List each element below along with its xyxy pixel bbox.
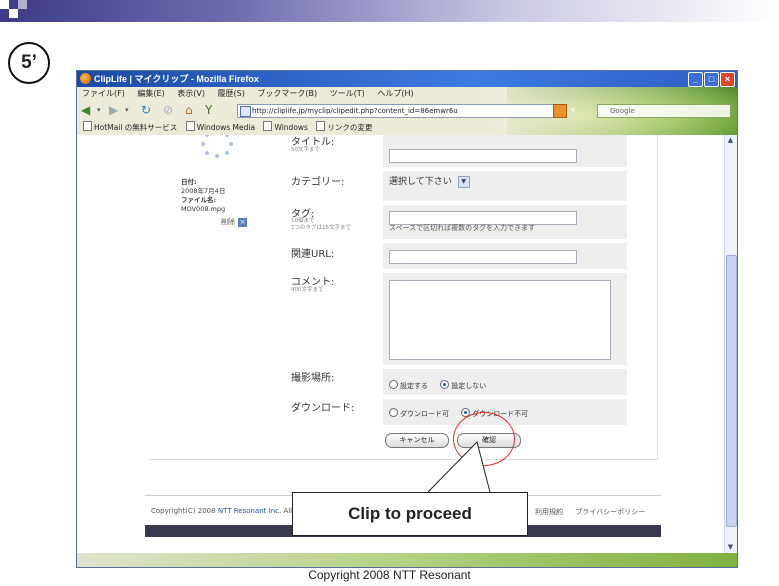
radio-icon[interactable] — [389, 408, 398, 417]
download-options: ダウンロード可 ダウンロード不可 — [389, 408, 528, 419]
bookmark-hotmail[interactable]: HotMail の無料サービス — [83, 121, 177, 135]
comment-hint: 400文字まで — [291, 287, 324, 293]
terms-link[interactable]: 利用規約 — [535, 508, 563, 516]
close-button[interactable]: × — [720, 72, 735, 87]
go-button[interactable] — [553, 104, 567, 118]
step-badge: 5’ — [8, 42, 50, 84]
category-value: 選択して下さい — [389, 177, 452, 187]
history-dropdown-icon[interactable]: ▾ — [571, 103, 575, 118]
title-input[interactable] — [389, 149, 577, 163]
category-select[interactable]: 選択して下さい ▼ — [389, 175, 470, 190]
loading-thumbnail-icon — [199, 135, 235, 158]
comment-textarea[interactable] — [389, 280, 611, 360]
bookmarks-toolbar: HotMail の無料サービス Windows Media Windows リン… — [77, 121, 737, 135]
bookmark-windows-media[interactable]: Windows Media — [185, 121, 255, 135]
privacy-link[interactable]: プライバシーポリシー — [575, 508, 645, 516]
delete-label: 削除 — [221, 218, 235, 226]
back-dropdown-icon[interactable]: ▾ — [97, 103, 101, 118]
comment-label: コメント: — [291, 277, 335, 288]
tags-hint-count: 10個まで — [291, 218, 315, 224]
minimize-button[interactable]: _ — [688, 72, 703, 87]
radio-icon[interactable] — [389, 380, 398, 389]
download-label: ダウンロード: — [291, 403, 355, 414]
category-label: カテゴリー: — [291, 177, 345, 188]
delete-clip[interactable]: 削除 × — [221, 217, 247, 227]
menu-bar: ファイル(F) 編集(E) 表示(V) 履歴(S) ブックマーク(B) ツール(… — [77, 87, 737, 100]
file-value: MOV008.mpg — [181, 205, 226, 213]
location-unset-option[interactable]: 設定しない — [440, 380, 486, 390]
slide-banner — [0, 0, 779, 22]
scroll-down-icon[interactable]: ▼ — [725, 542, 736, 553]
menu-help[interactable]: ヘルプ(H) — [377, 89, 413, 98]
window-title: ClipLife | マイクリップ - Mozilla Firefox — [94, 74, 259, 84]
location-options: 設定する 設定しない — [389, 380, 486, 391]
bookmark-windows[interactable]: Windows — [263, 121, 308, 135]
callout-pointer — [427, 441, 491, 493]
search-input[interactable]: Google — [597, 104, 731, 118]
home-icon[interactable]: ⌂ — [185, 103, 193, 118]
delete-icon[interactable]: × — [238, 217, 247, 227]
slide-copyright: Copyright 2008 NTT Resonant — [308, 568, 471, 582]
bookmark-links[interactable]: リンクの変更 — [316, 121, 372, 135]
callout-label: Clip to proceed — [292, 492, 528, 536]
footer-links: 利用規約 プライバシーポリシー — [535, 507, 655, 517]
maximize-button[interactable]: □ — [704, 72, 719, 87]
page-icon — [240, 106, 251, 117]
date-label: 日付: — [181, 178, 197, 186]
download-allowed-option[interactable]: ダウンロード可 — [389, 408, 449, 418]
address-bar[interactable]: http://cliplife.jp/myclip/clipedit.php?c… — [237, 104, 565, 118]
scroll-thumb[interactable] — [726, 255, 737, 527]
title-hint: 50文字まで — [291, 147, 320, 153]
reload-icon[interactable]: ↻ — [141, 103, 151, 118]
tags-instruction: スペースで区切れば複数のタグを入力できます — [389, 224, 536, 232]
clip-meta: 日付: 2008年7月4日 ファイル名: MOV008.mpg — [181, 178, 225, 214]
menu-tools[interactable]: ツール(T) — [330, 89, 365, 98]
firefox-icon — [80, 73, 91, 84]
url-input[interactable] — [389, 250, 577, 264]
addon-icon[interactable]: Y — [205, 103, 212, 118]
back-icon[interactable]: ◀ — [81, 103, 90, 118]
tags-hint-length: 1つのタグは15文字まで — [291, 225, 351, 231]
radio-selected-icon[interactable] — [440, 380, 450, 389]
menu-file[interactable]: ファイル(F) — [82, 89, 125, 98]
stop-icon[interactable]: ⊘ — [163, 103, 173, 118]
chevron-down-icon[interactable]: ▼ — [457, 175, 470, 188]
title-bar: ClipLife | マイクリップ - Mozilla Firefox _ □ … — [77, 71, 737, 87]
location-label: 撮影場所: — [291, 373, 335, 384]
menu-bookmarks[interactable]: ブックマーク(B) — [257, 89, 317, 98]
navigation-toolbar: ◀ ▾ ▶ ▾ ↻ ⊘ ⌂ Y http://cliplife.jp/mycli… — [77, 100, 737, 121]
ntt-link[interactable]: NTT Resonant Inc. — [218, 507, 281, 515]
menu-history[interactable]: 履歴(S) — [218, 89, 245, 98]
page-content: 日付: 2008年7月4日 ファイル名: MOV008.mpg 削除 × タイトル… — [77, 135, 725, 553]
date-value: 2008年7月4日 — [181, 187, 226, 195]
menu-edit[interactable]: 編集(E) — [137, 89, 164, 98]
status-bar — [77, 553, 737, 567]
vertical-scrollbar[interactable]: ▲ ▼ — [724, 135, 737, 553]
file-label: ファイル名: — [181, 196, 217, 204]
menu-view[interactable]: 表示(V) — [177, 89, 205, 98]
url-label: 関連URL: — [291, 249, 335, 260]
scroll-up-icon[interactable]: ▲ — [725, 135, 736, 146]
forward-icon[interactable]: ▶ — [109, 103, 118, 118]
location-set-option[interactable]: 設定する — [389, 380, 428, 390]
search-placeholder: Google — [610, 107, 635, 115]
forward-dropdown-icon[interactable]: ▾ — [125, 103, 129, 118]
footer-copyright: Copyright(C) 2008 NTT Resonant Inc. All — [151, 507, 293, 515]
address-text: http://cliplife.jp/myclip/clipedit.php?c… — [252, 107, 458, 115]
